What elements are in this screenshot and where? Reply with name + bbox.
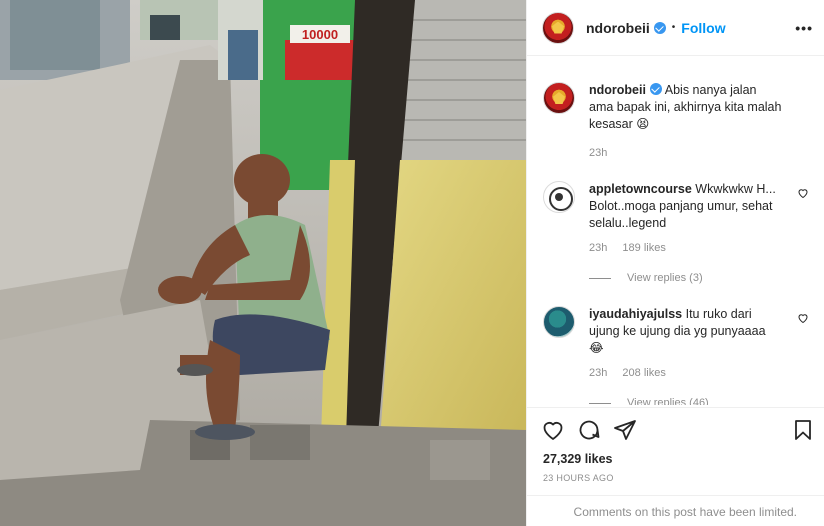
comment-time[interactable]: 23h: [589, 242, 607, 254]
view-replies-button[interactable]: View replies (3): [589, 272, 809, 284]
caption-emoji: 😫: [636, 117, 650, 131]
comment-username[interactable]: iyaudahiyajulss: [589, 307, 682, 321]
post-header: ndorobeii • Follow •••: [527, 0, 824, 56]
more-options-icon[interactable]: •••: [795, 20, 813, 36]
comment-time[interactable]: 23h: [589, 367, 607, 379]
comment-item: iyaudahiyajulss Itu ruko dari ujung ke u…: [543, 306, 809, 379]
post-side-panel: ndorobeii • Follow ••• ndorobeii Abis na…: [526, 0, 824, 526]
paper-plane-icon[interactable]: [613, 418, 637, 442]
author-username[interactable]: ndorobeii: [586, 20, 650, 36]
comment-meta: 23h 208 likes: [589, 367, 809, 379]
caption-item: ndorobeii Abis nanya jalan ama bapak ini…: [543, 82, 809, 159]
caption-time[interactable]: 23h: [589, 147, 607, 159]
shop-sign-price: 10000: [302, 27, 338, 42]
replies-divider: [589, 402, 611, 404]
separator-dot: •: [671, 22, 676, 33]
comment-text-block: iyaudahiyajulss Itu ruko dari ujung ke u…: [589, 306, 809, 357]
view-replies-button[interactable]: View replies (46): [589, 397, 809, 405]
caption-text-block: ndorobeii Abis nanya jalan ama bapak ini…: [589, 82, 809, 133]
likes-count[interactable]: 27,329 likes: [543, 452, 613, 466]
view-replies-label: View replies (46): [627, 397, 709, 405]
view-replies-label: View replies (3): [627, 272, 703, 284]
comment-like-heart-icon[interactable]: [797, 187, 809, 199]
comment-text-block: appletowncourse Wkwkwkw H... Bolot..moga…: [589, 181, 809, 232]
verified-badge-icon: [649, 83, 662, 95]
replies-divider: [589, 277, 611, 279]
save-button[interactable]: [791, 418, 815, 442]
comment-icon[interactable]: [577, 418, 601, 442]
author-avatar[interactable]: [542, 11, 574, 44]
comment-emoji: 😂: [589, 341, 604, 355]
caption-author-avatar[interactable]: [543, 82, 575, 114]
commenter-avatar[interactable]: [543, 306, 575, 338]
comments-limited-text: Comments on this post have been limited.: [573, 504, 797, 519]
post-photo[interactable]: 10000: [0, 0, 526, 526]
caption-meta: 23h: [589, 147, 809, 159]
comments-list[interactable]: ndorobeii Abis nanya jalan ama bapak ini…: [527, 57, 824, 405]
heart-icon[interactable]: [541, 418, 565, 442]
comment-likes[interactable]: 189 likes: [622, 242, 665, 254]
verified-badge-icon: [653, 21, 666, 34]
bookmark-icon[interactable]: [791, 418, 815, 442]
comments-limited-notice: Comments on this post have been limited.: [527, 495, 824, 526]
street-photo-illustration: 10000: [0, 0, 526, 526]
post-timestamp[interactable]: 23 HOURS AGO: [543, 473, 614, 483]
caption-author[interactable]: ndorobeii: [589, 83, 646, 97]
comment-item: appletowncourse Wkwkwkw H... Bolot..moga…: [543, 181, 809, 254]
comment-likes[interactable]: 208 likes: [622, 367, 665, 379]
comment-like-heart-icon[interactable]: [797, 312, 809, 324]
post-actions: 27,329 likes 23 HOURS AGO Comments on th…: [527, 407, 824, 526]
commenter-avatar[interactable]: [543, 181, 575, 213]
comment-meta: 23h 189 likes: [589, 242, 809, 254]
follow-button[interactable]: Follow: [681, 20, 725, 36]
action-icons: [541, 418, 637, 442]
comment-username[interactable]: appletowncourse: [589, 182, 692, 196]
